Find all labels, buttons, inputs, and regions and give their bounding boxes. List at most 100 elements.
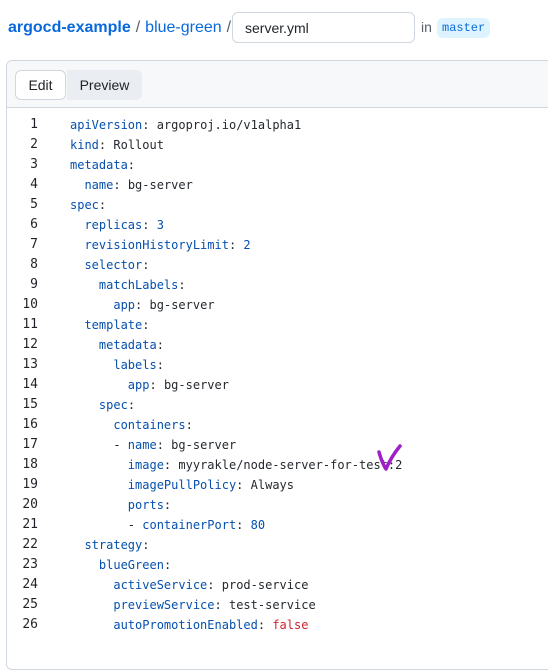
line-content: revisionHistoryLimit: 2: [70, 235, 250, 255]
yaml-key: activeService: [113, 578, 208, 592]
line-content: image: myyrakle/node-server-for-test:2: [70, 455, 403, 475]
line-content: ports:: [70, 495, 171, 515]
yaml-value: Always: [250, 478, 294, 492]
line-content: metadata:: [70, 158, 136, 172]
yaml-key: containerPort: [142, 518, 237, 532]
line-number: 20: [22, 497, 38, 512]
line-number: 15: [22, 397, 38, 412]
line-content: selector:: [70, 255, 149, 275]
line-content: imagePullPolicy: Always: [70, 475, 294, 495]
line-number: 9: [30, 277, 38, 292]
line-number: 10: [22, 297, 38, 312]
line-number: 14: [22, 377, 38, 392]
yaml-key: metadata: [98, 338, 157, 352]
line-number: 19: [22, 477, 38, 492]
line-content: activeService: prod-service: [70, 575, 308, 595]
yaml-key: name: [127, 438, 157, 452]
line-content: kind: Rollout: [70, 138, 164, 152]
line-number: 8: [30, 257, 38, 272]
line-content: labels:: [70, 355, 164, 375]
line-content: spec:: [70, 198, 107, 212]
line-number: 26: [22, 617, 38, 632]
yaml-key: image: [127, 458, 164, 472]
yaml-key: matchLabels: [98, 278, 179, 292]
yaml-value: test-service: [228, 598, 316, 612]
yaml-value: 3: [156, 218, 164, 232]
file-editor: Edit Preview 1 apiVersion: argoproj.io/v1…: [6, 60, 548, 670]
breadcrumb: argocd-example / blue-green /: [8, 12, 236, 44]
line-number: 12: [22, 337, 38, 352]
line-number: 13: [22, 357, 38, 372]
yaml-key: app: [113, 298, 136, 312]
line-number: 25: [22, 597, 38, 612]
breadcrumb-separator: /: [226, 19, 232, 36]
line-number: 11: [22, 317, 38, 332]
yaml-key: metadata: [70, 158, 128, 172]
line-content: previewService: test-service: [70, 595, 316, 615]
line-number: 16: [22, 417, 38, 432]
yaml-key: labels: [113, 358, 157, 372]
line-number: 21: [22, 517, 38, 532]
yaml-value: Rollout: [113, 138, 164, 152]
yaml-value: 80: [250, 518, 266, 532]
yaml-key: blueGreen: [98, 558, 164, 572]
line-number: 1: [30, 117, 38, 132]
breadcrumb-repo-link[interactable]: argocd-example: [8, 19, 131, 37]
yaml-key: name: [84, 178, 114, 192]
yaml-value: prod-service: [221, 578, 309, 592]
yaml-key: kind: [70, 138, 99, 152]
branch-badge[interactable]: master: [437, 18, 491, 38]
yaml-value: argoproj.io/v1alpha1: [156, 118, 302, 132]
line-number: 3: [30, 157, 38, 172]
yaml-key: app: [127, 378, 150, 392]
yaml-value: bg-server: [171, 438, 237, 452]
line-number: 6: [30, 217, 38, 232]
line-content: blueGreen:: [70, 555, 171, 575]
filename-input[interactable]: [232, 12, 415, 43]
yaml-key: spec: [70, 198, 99, 212]
line-content: matchLabels:: [70, 275, 186, 295]
line-content: containers:: [70, 415, 192, 435]
yaml-key: apiVersion: [70, 118, 143, 132]
editor-tab-bar: Edit Preview: [7, 61, 548, 108]
in-label: in: [421, 19, 432, 35]
yaml-key: autoPromotionEnabled: [113, 618, 258, 632]
line-number: 24: [22, 577, 38, 592]
line-number: 2: [30, 137, 38, 152]
yaml-key: replicas: [84, 218, 143, 232]
yaml-key: imagePullPolicy: [127, 478, 237, 492]
yaml-key: spec: [98, 398, 128, 412]
yaml-value: myyrakle/node-server-for-test:2: [178, 458, 403, 472]
indent: -: [70, 438, 128, 452]
line-content: app: bg-server: [70, 375, 229, 395]
yaml-value: bg-server: [127, 178, 193, 192]
tab-edit[interactable]: Edit: [15, 70, 66, 100]
breadcrumb-folder-link[interactable]: blue-green: [145, 19, 222, 37]
yaml-key: strategy: [84, 538, 143, 552]
line-number: 18: [22, 457, 38, 472]
yaml-value: bg-server: [149, 298, 215, 312]
line-content: spec:: [70, 395, 135, 415]
checkmark-icon: [377, 444, 402, 471]
tab-preview[interactable]: Preview: [67, 70, 142, 100]
line-content: strategy:: [70, 535, 149, 555]
yaml-key: ports: [127, 498, 164, 512]
line-content: autoPromotionEnabled: false: [70, 615, 308, 635]
line-number: 17: [22, 437, 38, 452]
yaml-value: false: [272, 618, 309, 632]
